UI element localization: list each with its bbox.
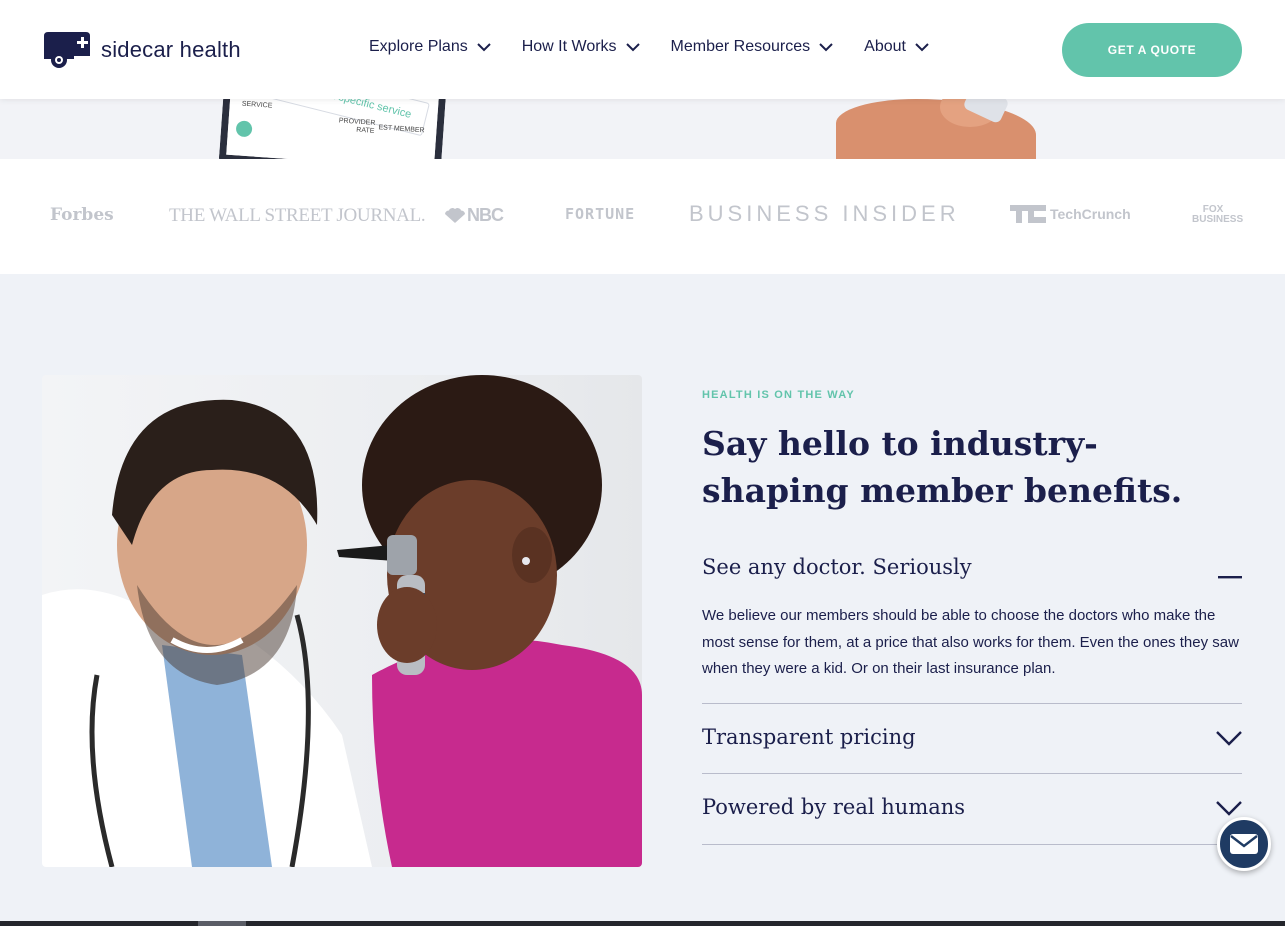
envelope-icon bbox=[1230, 834, 1258, 854]
ambulance-cross-icon bbox=[42, 30, 92, 70]
chevron-down-icon bbox=[819, 42, 833, 51]
get-a-quote-button[interactable]: GET A QUOTE bbox=[1062, 23, 1242, 77]
techcrunch-wordmark: TechCrunch bbox=[1050, 206, 1131, 222]
accordion-title: Transparent pricing bbox=[702, 725, 916, 749]
nav-label: How It Works bbox=[521, 38, 617, 55]
phone-column-label: PROVIDER bbox=[338, 117, 376, 127]
brand-name: sidecar health bbox=[101, 37, 241, 62]
accordion-item-powered-by-real-humans[interactable]: Powered by real humans bbox=[702, 795, 1242, 819]
section-headline: Say hello to industry-shaping member ben… bbox=[702, 424, 1183, 510]
nav-how-it-works[interactable]: How It Works bbox=[522, 38, 640, 56]
chevron-down-icon bbox=[625, 42, 640, 51]
chevron-down-icon bbox=[477, 42, 491, 51]
accordion-title: See any doctor. Seriously bbox=[702, 555, 972, 579]
accordion-body: We believe our members should be able to… bbox=[702, 607, 1239, 677]
accordion-title: Powered by real humans bbox=[702, 795, 966, 819]
nav-about[interactable]: About bbox=[864, 38, 929, 56]
press-logo-techcrunch: TechCrunch bbox=[1010, 205, 1131, 223]
nav-member-resources[interactable]: Member Resources bbox=[671, 38, 834, 56]
nbc-wordmark: NBC bbox=[467, 205, 504, 225]
nav-label: About bbox=[864, 38, 906, 55]
chat-button[interactable] bbox=[1217, 817, 1271, 871]
phone-status-dot bbox=[235, 120, 253, 138]
press-logo-wsj: THE WALL STREET JOURNAL. bbox=[169, 205, 426, 226]
minus-icon[interactable] bbox=[1218, 566, 1242, 584]
press-logo-nbc: NBC bbox=[443, 205, 504, 226]
chevron-down-icon bbox=[915, 42, 929, 51]
footer-edge bbox=[0, 921, 1285, 926]
chevron-down-icon[interactable] bbox=[1216, 730, 1242, 751]
press-logo-fortune: FORTUNE bbox=[565, 205, 636, 223]
hero-image-strip: Search for a specific service SERVICE PR… bbox=[0, 99, 1285, 159]
phone-mockup: Search for a specific service SERVICE PR… bbox=[218, 99, 448, 159]
peacock-icon bbox=[445, 207, 465, 223]
main-nav: Explore Plans How It Works Member Resour… bbox=[369, 38, 960, 56]
footer-tab bbox=[198, 921, 246, 926]
accordion-divider bbox=[702, 773, 1242, 774]
doctor-child-illustration bbox=[42, 375, 642, 867]
accordion-divider bbox=[702, 703, 1242, 704]
press-logo-forbes: Forbes bbox=[50, 205, 114, 225]
nav-label: Member Resources bbox=[670, 38, 811, 55]
phone-column-label: RATE bbox=[356, 126, 375, 135]
doctor-child-photo bbox=[42, 375, 642, 867]
press-logo-fox-business: FOX BUSINESS bbox=[1192, 204, 1244, 225]
nav-explore-plans[interactable]: Explore Plans bbox=[369, 38, 491, 56]
press-logo-business-insider: BUSINESS INSIDER bbox=[689, 201, 960, 226]
nav-label: Explore Plans bbox=[369, 38, 468, 55]
accordion-divider bbox=[702, 844, 1242, 845]
site-logo[interactable]: sidecar health bbox=[42, 30, 241, 70]
press-logos-bar: Forbes THE WALL STREET JOURNAL. NBC FORT… bbox=[0, 159, 1285, 274]
accordion-item-see-any-doctor[interactable]: See any doctor. Seriously bbox=[702, 555, 1242, 579]
section-eyebrow: HEALTH IS ON THE WAY bbox=[702, 389, 855, 401]
site-header: sidecar health Explore Plans How It Work… bbox=[0, 0, 1285, 99]
tc-logo-icon bbox=[1010, 205, 1046, 223]
accordion-item-transparent-pricing[interactable]: Transparent pricing bbox=[702, 725, 1242, 749]
phone-column-label: SERVICE bbox=[241, 100, 273, 110]
